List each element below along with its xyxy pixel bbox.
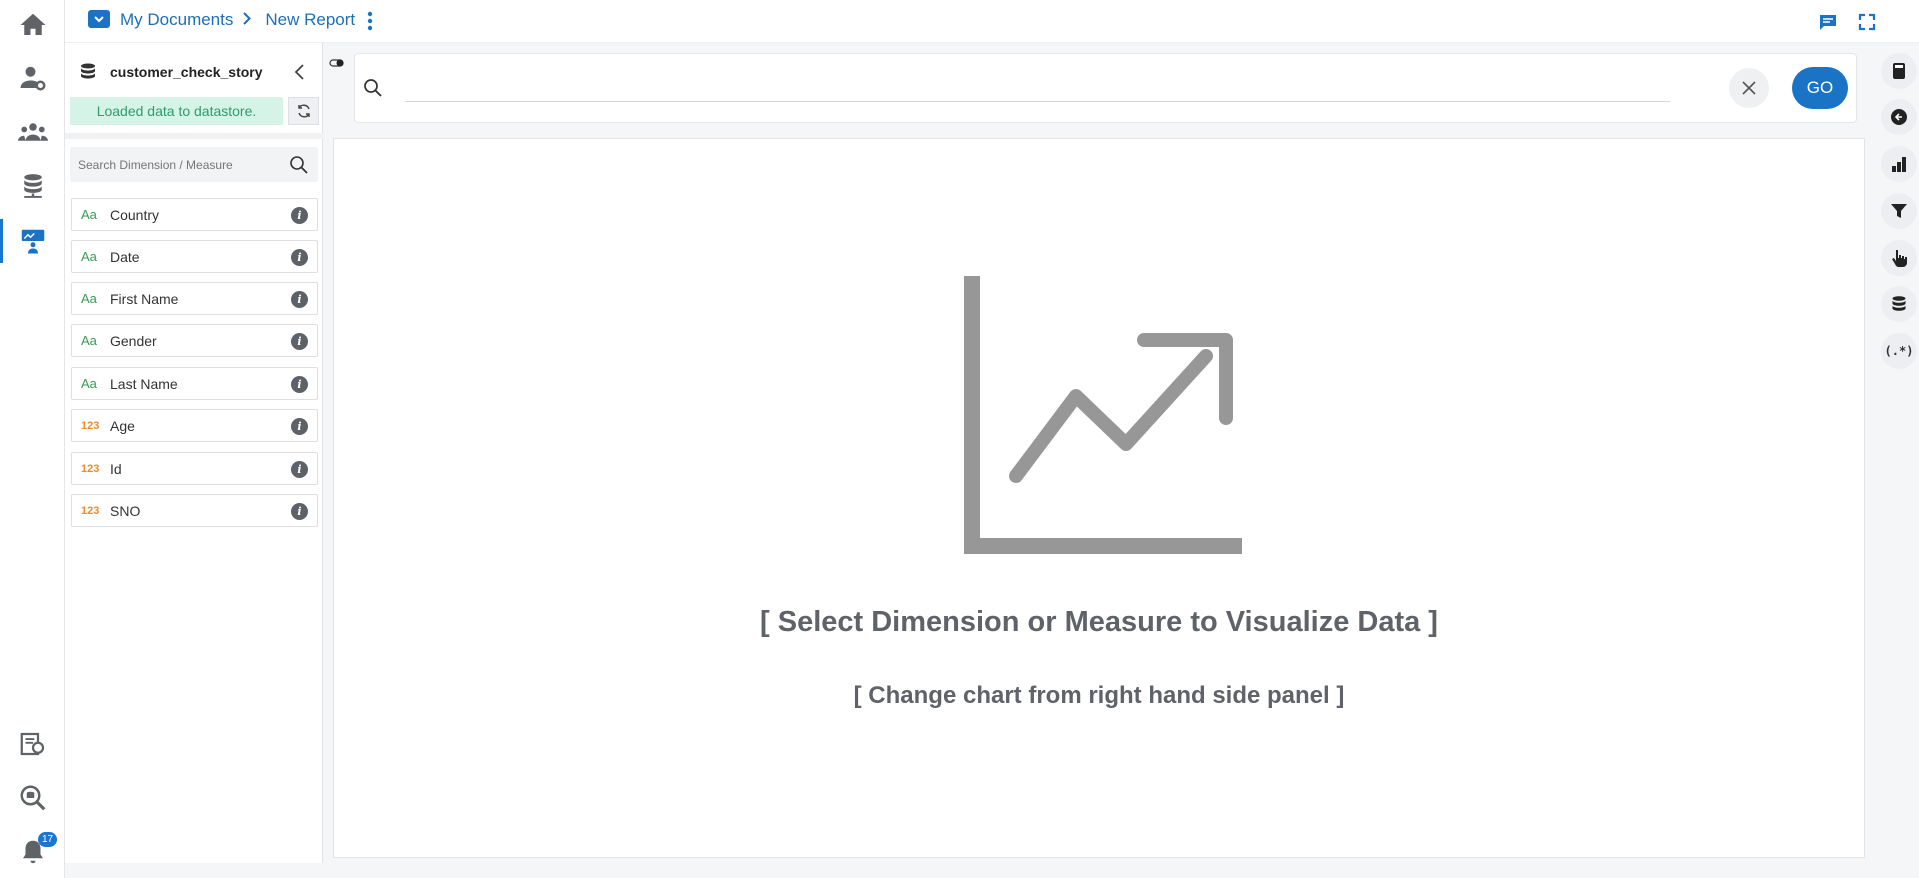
- dimension-type-icon: Aa: [81, 376, 97, 391]
- visualization-canvas: [ Select Dimension or Measure to Visuali…: [333, 138, 1865, 858]
- info-icon[interactable]: i: [291, 207, 308, 224]
- filter-button[interactable]: [1881, 193, 1917, 229]
- go-button[interactable]: GO: [1792, 67, 1848, 109]
- hand-pointer-icon: [1892, 250, 1907, 267]
- data-source-button[interactable]: [1881, 286, 1917, 322]
- dimension-type-icon: Aa: [81, 249, 97, 264]
- empty-state-message: [ Select Dimension or Measure to Visuali…: [760, 606, 1438, 638]
- field-name: First Name: [110, 290, 179, 307]
- info-icon[interactable]: i: [291, 461, 308, 478]
- collapse-panel-icon[interactable]: [292, 63, 308, 81]
- field-name: Age: [110, 417, 135, 434]
- field-name: SNO: [110, 502, 141, 519]
- refresh-icon: [297, 104, 310, 118]
- empty-state-hint: [ Change chart from right hand side pane…: [853, 682, 1345, 709]
- arrow-left-circle-icon: [1891, 109, 1907, 125]
- info-icon[interactable]: i: [291, 418, 308, 435]
- data-search-icon[interactable]: [0, 722, 65, 766]
- close-icon: [1742, 81, 1756, 95]
- field-name: Gender: [110, 332, 157, 349]
- breadcrumb: My Documents New Report: [120, 10, 355, 30]
- interaction-button[interactable]: [1881, 240, 1917, 276]
- calculator-button[interactable]: [1881, 53, 1917, 89]
- query-bar: GO: [354, 53, 1857, 123]
- info-icon[interactable]: i: [291, 249, 308, 266]
- panel-toggle-icon[interactable]: [329, 58, 345, 68]
- folder-icon[interactable]: [88, 10, 110, 28]
- field-name: Date: [110, 248, 140, 265]
- measure-type-icon: 123: [81, 462, 100, 475]
- dimension-search-input[interactable]: [78, 147, 278, 182]
- divider: [65, 133, 323, 139]
- notification-bell-icon[interactable]: 17: [0, 830, 65, 874]
- datastore-status: Loaded data to datastore.: [70, 97, 283, 125]
- field-item-country[interactable]: Aa Country i: [71, 198, 318, 231]
- datastore-name: customer_check_story: [110, 64, 263, 80]
- bar-chart-icon: [1892, 157, 1906, 172]
- field-item-age[interactable]: 123 Age i: [71, 409, 318, 442]
- data-story-icon[interactable]: [0, 219, 65, 263]
- regex-button[interactable]: (.*): [1881, 333, 1917, 369]
- calculator-icon: [1893, 63, 1905, 79]
- field-name: Last Name: [110, 375, 178, 392]
- info-icon[interactable]: i: [291, 376, 308, 393]
- left-nav-rail: 17: [0, 0, 65, 878]
- breadcrumb-my-documents[interactable]: My Documents: [120, 10, 233, 30]
- refresh-button[interactable]: [288, 97, 319, 125]
- home-icon[interactable]: [0, 3, 65, 47]
- trending-chart-icon: [964, 276, 1242, 554]
- comment-icon[interactable]: [1819, 13, 1837, 31]
- top-bar: My Documents New Report: [65, 0, 1919, 43]
- dimension-type-icon: Aa: [81, 291, 97, 306]
- measure-type-icon: 123: [81, 504, 100, 517]
- field-item-id[interactable]: 123 Id i: [71, 452, 318, 485]
- info-icon[interactable]: i: [291, 333, 308, 350]
- user-settings-icon[interactable]: [0, 56, 65, 100]
- filter-icon: [1891, 204, 1907, 218]
- search-icon[interactable]: [289, 155, 308, 174]
- field-item-gender[interactable]: Aa Gender i: [71, 324, 318, 357]
- clear-query-button[interactable]: [1729, 68, 1769, 108]
- field-item-sno[interactable]: 123 SNO i: [71, 494, 318, 527]
- search-icon: [364, 79, 382, 97]
- dimension-type-icon: Aa: [81, 333, 97, 348]
- regex-icon: (.*): [1884, 344, 1914, 358]
- chevron-right-icon: [243, 10, 252, 30]
- right-tool-rail: (.*): [1877, 43, 1919, 878]
- back-button[interactable]: [1881, 99, 1917, 135]
- datastore-icon: [81, 63, 95, 79]
- info-icon[interactable]: i: [291, 503, 308, 520]
- fullscreen-icon[interactable]: [1858, 13, 1876, 31]
- field-name: Id: [110, 460, 122, 477]
- field-name: Country: [110, 206, 160, 223]
- database-icon[interactable]: [0, 164, 65, 208]
- chart-type-button[interactable]: [1881, 146, 1917, 182]
- notification-count-badge: 17: [38, 832, 58, 847]
- breadcrumb-new-report[interactable]: New Report: [265, 10, 355, 30]
- measure-type-icon: 123: [81, 419, 100, 432]
- database-icon: [1892, 296, 1906, 311]
- dimension-search: [70, 147, 318, 182]
- user-group-icon[interactable]: [0, 110, 65, 154]
- search-data-icon[interactable]: [0, 776, 65, 820]
- field-item-date[interactable]: Aa Date i: [71, 240, 318, 273]
- data-panel: customer_check_story Loaded data to data…: [65, 43, 323, 863]
- more-options-icon[interactable]: [367, 11, 373, 31]
- dimension-type-icon: Aa: [81, 207, 97, 222]
- field-item-last-name[interactable]: Aa Last Name i: [71, 367, 318, 400]
- info-icon[interactable]: i: [291, 291, 308, 308]
- field-item-first-name[interactable]: Aa First Name i: [71, 282, 318, 315]
- query-input[interactable]: [405, 72, 1670, 102]
